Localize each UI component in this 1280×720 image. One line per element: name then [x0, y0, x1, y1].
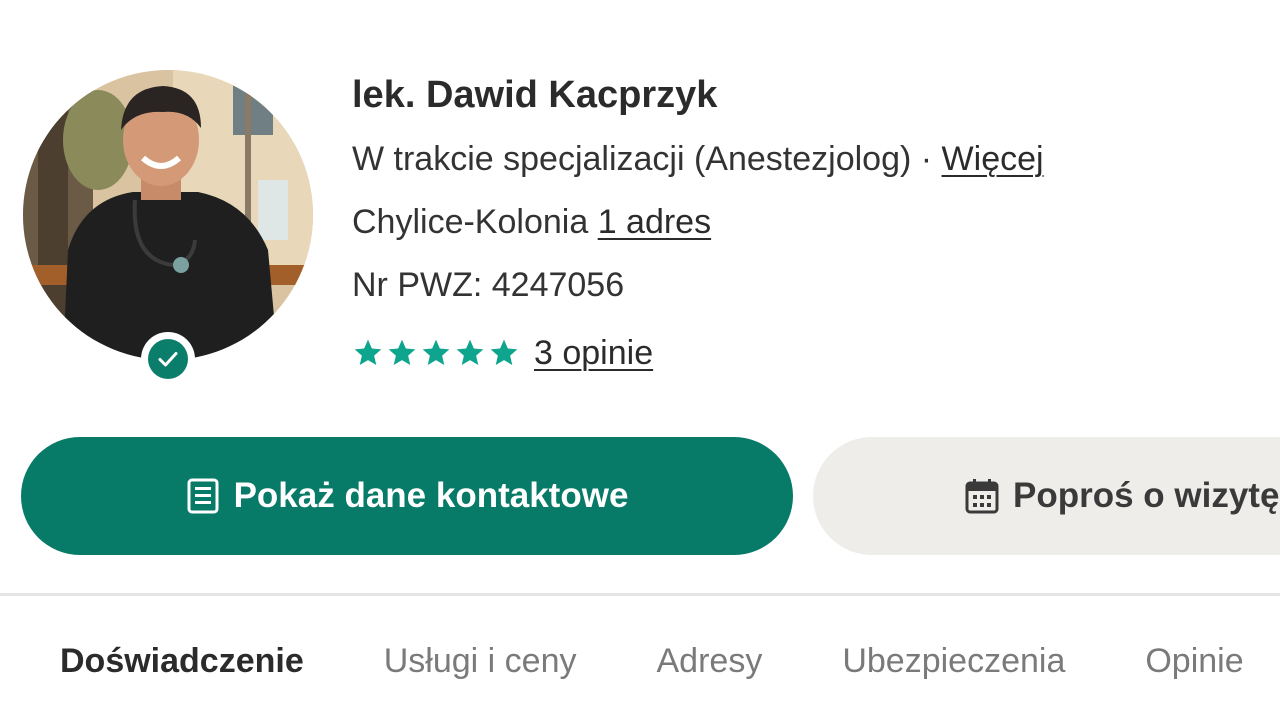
section-divider: [0, 593, 1280, 596]
star-rating: [352, 337, 520, 369]
tab-addresses[interactable]: Adresy: [657, 636, 763, 686]
request-visit-button[interactable]: Poproś o wizytę: [813, 437, 1280, 555]
rating-row: 3 opinie: [352, 331, 1272, 375]
doctor-profile-page: lek. Dawid Kacprzyk W trakcie specjaliza…: [0, 0, 1280, 720]
checkmark-icon: [148, 339, 188, 379]
profile-tabs: Doświadczenie Usługi i ceny Adresy Ubezp…: [60, 636, 1280, 686]
star-icon: [456, 339, 484, 365]
show-contact-button[interactable]: Pokaż dane kontaktowe: [21, 437, 793, 555]
star-icon: [388, 339, 416, 365]
location-text: Chylice-Kolonia: [352, 203, 589, 241]
verified-badge: [141, 332, 195, 386]
tab-services-prices[interactable]: Usługi i ceny: [384, 636, 577, 686]
profile-info: lek. Dawid Kacprzyk W trakcie specjaliza…: [352, 70, 1272, 375]
address-link[interactable]: 1 adres: [598, 203, 711, 241]
request-visit-label: Poproś o wizytę: [1013, 476, 1280, 515]
contact-card-icon: [186, 477, 220, 515]
tab-insurance[interactable]: Ubezpieczenia: [842, 636, 1065, 686]
star-icon: [354, 339, 382, 365]
star-icon: [422, 339, 450, 365]
location-line: Chylice-Kolonia 1 adres: [352, 200, 1272, 244]
avatar-container: [23, 70, 313, 386]
tab-experience[interactable]: Doświadczenie: [60, 636, 304, 686]
reviews-link[interactable]: 3 opinie: [534, 334, 653, 373]
tab-reviews[interactable]: Opinie: [1145, 636, 1243, 686]
doctor-name: lek. Dawid Kacprzyk: [352, 74, 718, 116]
specialization-line: W trakcie specjalizacji (Anestezjolog) ·…: [352, 137, 1272, 181]
separator-dot: ·: [920, 140, 933, 178]
specialization-text: W trakcie specjalizacji (Anestezjolog): [352, 140, 912, 178]
calendar-icon: [965, 478, 999, 514]
more-link[interactable]: Więcej: [942, 140, 1044, 178]
show-contact-label: Pokaż dane kontaktowe: [233, 476, 629, 515]
avatar[interactable]: [23, 70, 313, 360]
star-icon: [490, 339, 518, 365]
pwz-number: Nr PWZ: 4247056: [352, 266, 625, 304]
avatar-photo: [23, 70, 313, 360]
